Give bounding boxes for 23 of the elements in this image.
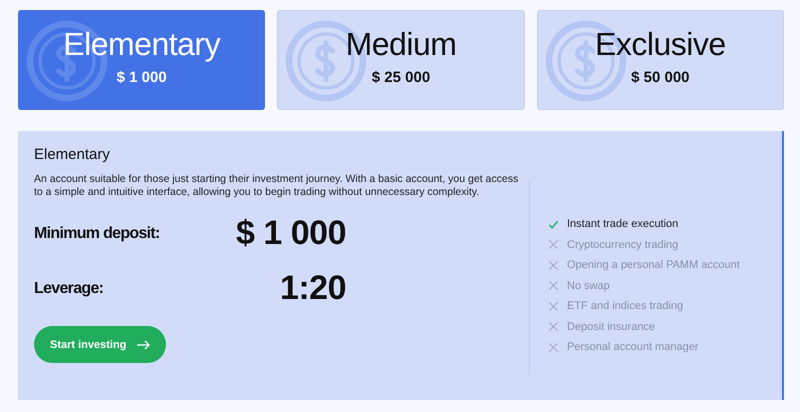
plan-name: Medium [346, 26, 456, 63]
feature-text: Cryptocurrency trading [567, 238, 678, 251]
plan-tab[interactable]: Exclusive $ 50 000 [536, 10, 784, 110]
arrow-right-icon [136, 340, 150, 350]
plan-description: An account suitable for those just starting their investment journey. With a basic account, you get access to a simple and intuitive interface, allowing you to begin trading without unnecessary complexity. [34, 173, 520, 198]
stat-label: Leverage: [34, 280, 104, 298]
feature-text: Opening a personal PAMM account [567, 259, 740, 272]
stat-value: $ 1 000 [235, 214, 346, 253]
plan-name: Elementary [63, 26, 220, 63]
feature-text: No swap [567, 280, 610, 292]
stat-value: 1:20 [278, 269, 346, 308]
plan-name: Exclusive [594, 26, 726, 63]
plan-price: $ 1 000 [116, 69, 167, 86]
plan-tab[interactable]: Medium $ 25 000 [277, 10, 525, 110]
plan-title: Elementary [34, 146, 111, 163]
feature-text: Personal account manager [567, 341, 698, 354]
feature-text: Deposit insurance [567, 320, 656, 333]
feature-text: ETF and indices trading [567, 300, 684, 312]
plan-tab[interactable]: Elementary $ 1 000 [18, 10, 266, 110]
stat-label: Minimum deposit: [34, 224, 161, 242]
plan-price: $ 25 000 [372, 69, 430, 86]
plan-price: $ 50 000 [631, 69, 690, 86]
feature-text: Instant trade execution [567, 218, 678, 230]
